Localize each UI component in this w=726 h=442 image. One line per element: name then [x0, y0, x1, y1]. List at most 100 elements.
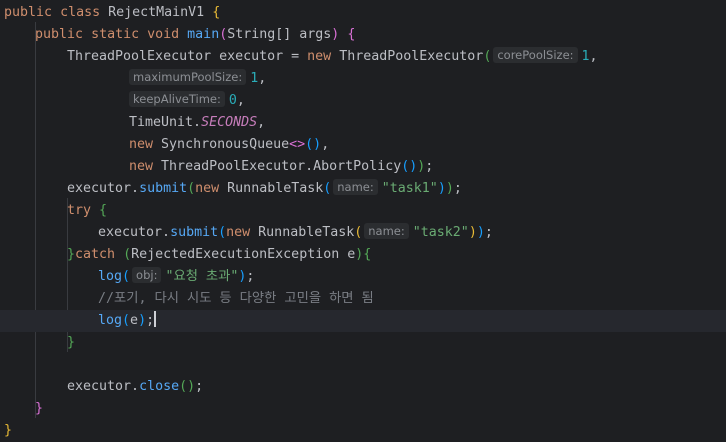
- string-literal: "요청 초과": [165, 269, 239, 284]
- code-line-16: }: [67, 332, 726, 354]
- semicolon: ;: [425, 159, 434, 174]
- object-ref: executor.: [67, 379, 140, 394]
- class-name: ThreadPoolExecutor: [339, 49, 484, 64]
- indent-guide: [35, 22, 36, 418]
- paren: (: [354, 225, 363, 240]
- comma: ,: [258, 71, 267, 86]
- parameter-hint: maximumPoolSize:: [129, 69, 247, 85]
- semicolon: ;: [453, 181, 462, 196]
- keyword: new: [226, 225, 251, 240]
- comment: //포기, 다시 시도 등 다양한 고민을 하면 됨: [98, 291, 374, 306]
- paren: (: [122, 313, 131, 328]
- code-line-11: executor.submit(new RunnableTask(name: "t…: [98, 222, 726, 244]
- semicolon: ;: [195, 379, 204, 394]
- code-line-19: }: [35, 398, 726, 420]
- parameter-hint: name:: [364, 223, 409, 239]
- keyword: new: [129, 137, 154, 152]
- brace: }: [4, 423, 13, 438]
- semicolon: ;: [146, 313, 155, 328]
- method-name: submit: [139, 181, 188, 196]
- paren: (: [122, 269, 131, 284]
- number-literal: 0: [228, 93, 237, 108]
- number-literal: 1: [581, 49, 590, 64]
- comma: ,: [257, 115, 266, 130]
- brace: {: [99, 203, 108, 218]
- class-name: TimeUnit.: [129, 115, 202, 130]
- parameter-hint: corePoolSize:: [493, 47, 578, 63]
- method-name: log: [98, 269, 123, 284]
- paren: ): [138, 313, 147, 328]
- semicolon: ;: [484, 225, 493, 240]
- method-name: main: [187, 27, 220, 42]
- brace: {: [347, 27, 356, 42]
- paren: (: [483, 49, 492, 64]
- keyword: class: [60, 5, 101, 20]
- comma: ,: [321, 137, 330, 152]
- code-line-18: executor.close();: [67, 376, 726, 398]
- brace: }: [35, 401, 44, 416]
- paren: ): [468, 225, 477, 240]
- keyword: try: [67, 203, 92, 218]
- class-name: SynchronousQueue: [161, 137, 290, 152]
- parameter-list: String[] args: [227, 27, 332, 42]
- exception-param: RejectedExecutionException e: [131, 247, 356, 262]
- code-line-6: TimeUnit.SECONDS,: [129, 112, 726, 134]
- text-cursor: [154, 311, 157, 327]
- class-name: ThreadPoolExecutor.AbortPolicy: [161, 159, 402, 174]
- brace: {: [212, 5, 221, 20]
- object-ref: executor.: [67, 181, 140, 196]
- string-literal: "task1": [381, 181, 438, 196]
- paren: (: [218, 225, 227, 240]
- parameter-hint: keepAliveTime:: [129, 91, 225, 107]
- code-line-5: keepAliveTime: 0,: [129, 90, 726, 112]
- method-name: submit: [170, 225, 219, 240]
- keyword: new: [129, 159, 154, 174]
- keyword: catch: [75, 247, 116, 262]
- brace: }: [67, 335, 76, 350]
- code-line-1: public class RejectMainV1 {: [4, 2, 726, 24]
- string-literal: "task2": [412, 225, 469, 240]
- brace: {: [363, 247, 372, 262]
- keyword: static: [91, 27, 140, 42]
- comma: ,: [589, 49, 598, 64]
- paren: ): [331, 27, 340, 42]
- method-name: close: [139, 379, 180, 394]
- paren: ): [187, 379, 196, 394]
- code-line-3: ThreadPoolExecutor executor = new Thread…: [67, 46, 726, 68]
- paren: ): [313, 137, 322, 152]
- code-line-10: try {: [67, 200, 726, 222]
- keyword: void: [147, 27, 180, 42]
- keyword: public: [4, 5, 53, 20]
- paren: ): [476, 225, 485, 240]
- semicolon: ;: [246, 269, 255, 284]
- paren: ): [437, 181, 446, 196]
- code-line-15-current: log(e);: [0, 310, 726, 332]
- code-editor[interactable]: public class RejectMainV1 { public stati…: [0, 0, 726, 441]
- paren: (: [323, 181, 332, 196]
- generic-diamond: <>: [289, 137, 306, 152]
- object-ref: executor.: [98, 225, 171, 240]
- enum-constant: SECONDS: [201, 115, 258, 130]
- class-name: RejectMainV1: [108, 5, 205, 20]
- method-name: log: [98, 313, 123, 328]
- class-name: RunnableTask: [227, 181, 324, 196]
- paren: ): [445, 181, 454, 196]
- code-line-12: }catch (RejectedExecutionException e){: [67, 244, 726, 266]
- parameter-hint: obj:: [132, 267, 162, 283]
- brace: }: [67, 247, 76, 262]
- class-name: RunnableTask: [258, 225, 355, 240]
- paren: (: [187, 181, 196, 196]
- argument: e: [130, 313, 139, 328]
- code-line-14: //포기, 다시 시도 등 다양한 고민을 하면 됨: [98, 288, 726, 310]
- code-line-4: maximumPoolSize: 1,: [129, 68, 726, 90]
- parameter-hint: name:: [333, 179, 378, 195]
- code-line-8: new ThreadPoolExecutor.AbortPolicy());: [129, 156, 726, 178]
- code-line-20: }: [4, 420, 726, 442]
- comma: ,: [236, 93, 245, 108]
- keyword: new: [307, 49, 332, 64]
- keyword: new: [195, 181, 220, 196]
- keyword: public: [35, 27, 84, 42]
- paren: (: [305, 137, 314, 152]
- code-line-7: new SynchronousQueue<>(),: [129, 134, 726, 156]
- code-line-9: executor.submit(new RunnableTask(name: "t…: [67, 178, 726, 200]
